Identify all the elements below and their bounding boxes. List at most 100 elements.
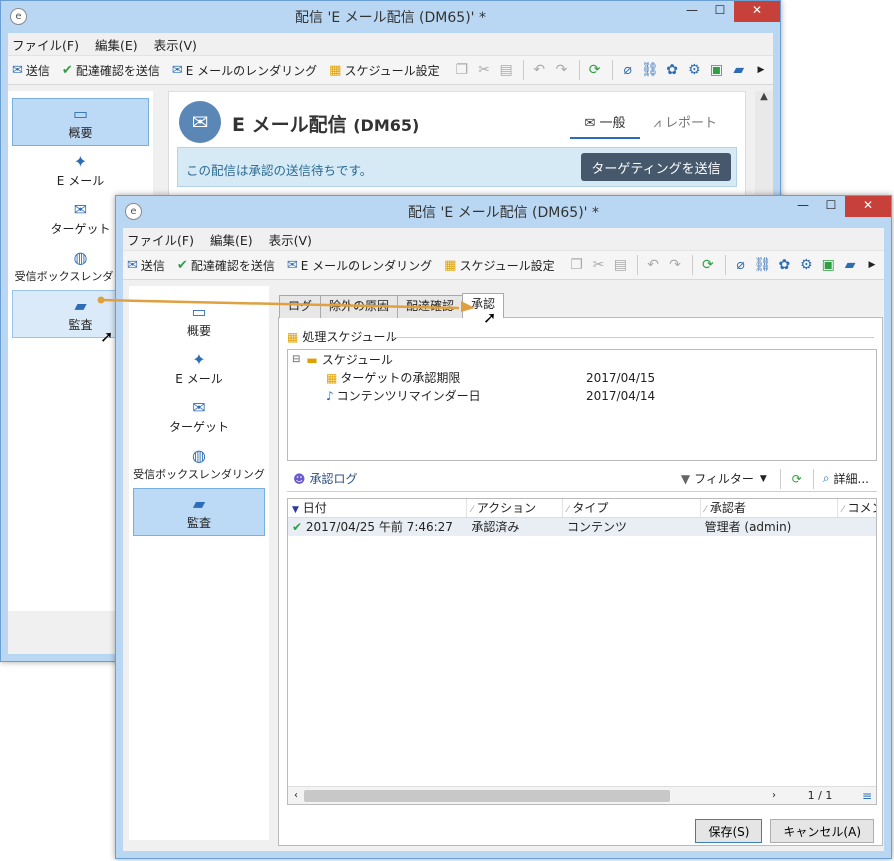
column-header-type[interactable]: ⁄ タイプ [563,499,701,517]
gift-icon[interactable]: ✿ [774,257,794,273]
back-titlebar[interactable]: e 配信 'E メール配信 (DM65)' * — ☐ ✕ [1,1,780,33]
link-icon[interactable]: ⛓ [640,62,660,78]
minimize-icon[interactable]: — [789,196,817,217]
calendar-icon: ▦ [287,329,299,344]
cancel-button[interactable]: キャンセル(A) [770,819,874,843]
details-button[interactable]: 詳細... [834,470,869,487]
send-button[interactable]: ✉ 送信 [127,257,165,274]
scroll-left-icon[interactable]: ‹ [288,790,304,801]
audit-tool-icon[interactable]: ▰ [729,62,749,78]
more-arrow-icon[interactable]: ▶ [862,260,882,270]
sidebar-item-email[interactable]: ✦ E メール [133,344,265,392]
tab-general[interactable]: ✉ 一般 [570,106,640,139]
maximize-icon[interactable]: ☐ [817,196,845,217]
column-header-approver[interactable]: ⁄ 承認者 [701,499,839,517]
menu-edit[interactable]: 編集(E) [95,35,138,54]
front-titlebar[interactable]: e 配信 'E メール配信 (DM65)' * — ☐ ✕ [116,196,891,228]
column-header-date[interactable]: ▼ 日付 [288,499,468,517]
save-button[interactable]: 保存(S) [695,819,763,843]
tab-exclusion-causes[interactable]: 除外の原因 [320,295,399,318]
column-header-action[interactable]: ⁄ アクション [467,499,564,517]
tab-report[interactable]: ⩘ レポート [640,106,731,139]
tab-log[interactable]: ログ [279,295,322,318]
close-icon[interactable]: ✕ [734,1,780,22]
render-button[interactable]: ✉ E メールのレンダリング [287,257,432,274]
undo-icon[interactable]: ↶ [529,62,549,78]
attachment-icon[interactable]: ⌀ [731,257,751,273]
tracking-icon[interactable]: ⚙ [684,62,704,78]
gift-icon[interactable]: ✿ [662,62,682,78]
sidebar-item-overview[interactable]: ▭ 概要 [12,98,149,146]
refresh-icon[interactable]: ⟳ [698,257,718,273]
send-proof-button[interactable]: ✔ 配達確認を送信 [62,62,160,79]
sidebar-item-target[interactable]: ✉ ターゲット [133,392,265,440]
render-button[interactable]: ✉ E メールのレンダリング [172,62,317,79]
back-toolbar: ✉ 送信 ✔ 配達確認を送信 ✉ E メールのレンダリング ▦ スケジュール設定 ❐ ✂… [8,55,773,85]
scroll-thumb[interactable] [304,789,670,802]
paste-icon[interactable]: ▤ [496,62,516,78]
scroll-right-icon[interactable]: › [766,790,782,801]
menu-file[interactable]: ファイル(F) [12,35,79,54]
app-icon: e [125,203,142,220]
cut-icon[interactable]: ✂ [474,62,494,78]
tree-root[interactable]: ⊟ ▬ スケジュール [292,351,393,369]
schedule-button[interactable]: ▦ スケジュール設定 [329,62,439,79]
copy-icon[interactable]: ❐ [452,62,472,78]
user-icon: ☻ [293,471,306,486]
list-options-icon[interactable]: ≡ [858,789,876,803]
copy-icon[interactable]: ❐ [567,257,587,273]
refresh-icon[interactable]: ⟳ [584,62,604,78]
calculator-icon[interactable]: ▣ [818,257,838,273]
tree-item[interactable]: ♪ コンテンツリマインダー日 2017/04/14 [326,387,876,405]
menu-edit[interactable]: 編集(E) [210,230,253,249]
send-button[interactable]: ✉ 送信 [12,62,50,79]
audit-panel: ログ 除外の原因 配達確認 承認 ▦ 処理スケジュール ⊟ ▬ スケジュール ▦… [278,293,883,846]
sidebar-item-email[interactable]: ✦ E メール [12,146,149,194]
table-row[interactable]: ✔ 2017/04/25 午前 7:46:27 承認済み コンテンツ 管理者 (… [288,518,876,536]
scroll-up-icon[interactable]: ▲ [755,91,773,102]
more-arrow-icon[interactable]: ▶ [751,65,771,75]
sidebar-item-inbox-rendering[interactable]: ◍ 受信ボックスレンダリング [133,440,265,488]
tab-proofs[interactable]: 配達確認 [397,295,464,318]
paste-icon[interactable]: ▤ [610,257,630,273]
redo-icon[interactable]: ↷ [665,257,685,273]
sidebar-item-audit[interactable]: ▰ 監査 [133,488,265,536]
cut-icon[interactable]: ✂ [589,257,609,273]
cell-comment [838,518,876,536]
refresh-icon[interactable]: ⟳ [792,472,802,486]
approval-log-grid: ▼ 日付 ⁄ アクション ⁄ タイプ ⁄ 承認者 ⁄ コメント ✔ 2017/0… [287,498,877,805]
audit-tool-icon[interactable]: ▰ [840,257,860,273]
search-icon: ⌕ [822,471,830,485]
schedule-button[interactable]: ▦ スケジュール設定 [444,257,554,274]
envelope-icon: ✉ [12,62,23,78]
audit-icon: ▰ [74,295,87,315]
sidebar-item-overview[interactable]: ▭ 概要 [133,296,265,344]
toolbar-separator [691,255,693,275]
link-icon[interactable]: ⛓ [753,257,773,273]
menu-view[interactable]: 表示(V) [269,230,312,249]
maximize-icon[interactable]: ☐ [706,1,734,22]
attachment-icon[interactable]: ⌀ [618,62,638,78]
send-targeting-button[interactable]: ターゲティングを送信 [581,153,731,181]
calculator-icon[interactable]: ▣ [706,62,726,78]
chevron-down-icon[interactable]: ▼ [760,474,767,484]
tree-item[interactable]: ▦ ターゲットの承認期限 2017/04/15 [326,369,876,387]
column-header-comment[interactable]: ⁄ コメント [838,499,876,517]
redo-icon[interactable]: ↷ [551,62,571,78]
toolbar-separator [779,468,781,489]
horizontal-scrollbar[interactable]: ‹ › 1 / 1 ≡ [288,786,876,804]
minimize-icon[interactable]: — [678,1,706,22]
proof-icon: ✔ [61,62,73,78]
menu-file[interactable]: ファイル(F) [127,230,194,249]
close-icon[interactable]: ✕ [845,196,891,217]
send-proof-button[interactable]: ✔ 配達確認を送信 [177,257,275,274]
undo-icon[interactable]: ↶ [643,257,663,273]
filter-button[interactable]: フィルター [694,470,754,487]
approved-check-icon: ✔ [292,520,303,534]
page-title: E メール配信 (DM65) [232,114,420,136]
collapse-icon[interactable]: ⊟ [292,351,300,369]
render-icon: ✉ [286,257,298,273]
menu-view[interactable]: 表示(V) [154,35,197,54]
tracking-icon[interactable]: ⚙ [796,257,816,273]
front-client: ファイル(F) 編集(E) 表示(V) ✉ 送信 ✔ 配達確認を送信 ✉ E メールの… [123,228,884,851]
